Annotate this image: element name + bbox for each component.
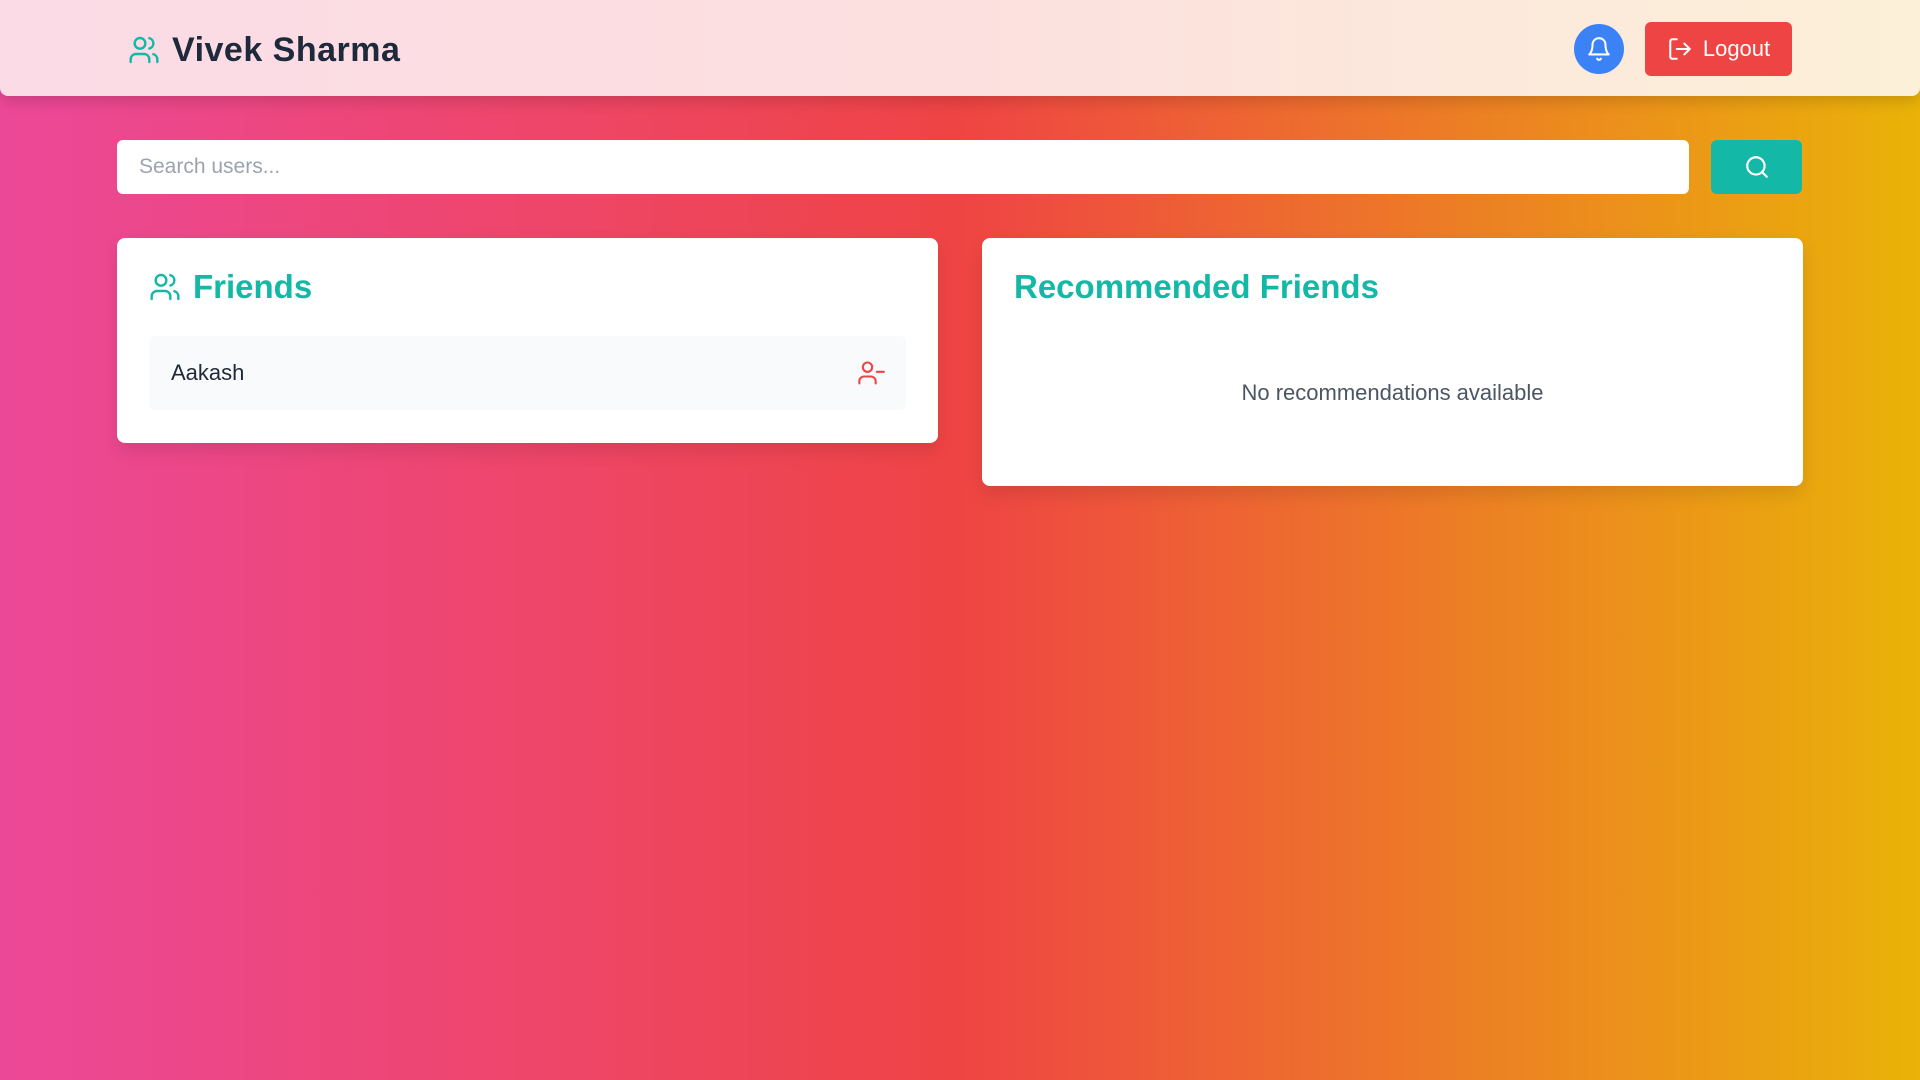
search-input[interactable] bbox=[117, 140, 1689, 194]
logout-button[interactable]: Logout bbox=[1645, 22, 1792, 76]
brand: Vivek Sharma bbox=[128, 28, 400, 72]
search-button[interactable] bbox=[1711, 140, 1802, 194]
logout-label: Logout bbox=[1702, 36, 1771, 61]
friends-card: Friends Aakash bbox=[117, 238, 938, 443]
top-navbar: Vivek Sharma Logout bbox=[0, 0, 1920, 96]
users-icon bbox=[149, 271, 181, 303]
user-minus-icon bbox=[857, 359, 885, 387]
notifications-button[interactable] bbox=[1574, 24, 1624, 74]
bell-icon bbox=[1586, 36, 1612, 62]
friends-heading: Friends bbox=[149, 268, 312, 306]
recommended-heading: Recommended Friends bbox=[1014, 268, 1379, 306]
friends-title: Friends bbox=[193, 268, 313, 305]
friend-name: Aakash bbox=[171, 360, 245, 385]
search-icon bbox=[1744, 154, 1770, 180]
users-icon bbox=[128, 34, 160, 66]
empty-recommendations-message: No recommendations available bbox=[1241, 380, 1544, 405]
recommended-title: Recommended Friends bbox=[1014, 268, 1379, 305]
recommended-friends-card: Recommended Friends No recommendations a… bbox=[982, 238, 1803, 486]
logout-icon bbox=[1667, 36, 1693, 62]
remove-friend-button[interactable] bbox=[856, 358, 886, 388]
list-item: Aakash bbox=[149, 336, 906, 410]
user-name-title: Vivek Sharma bbox=[172, 30, 401, 69]
